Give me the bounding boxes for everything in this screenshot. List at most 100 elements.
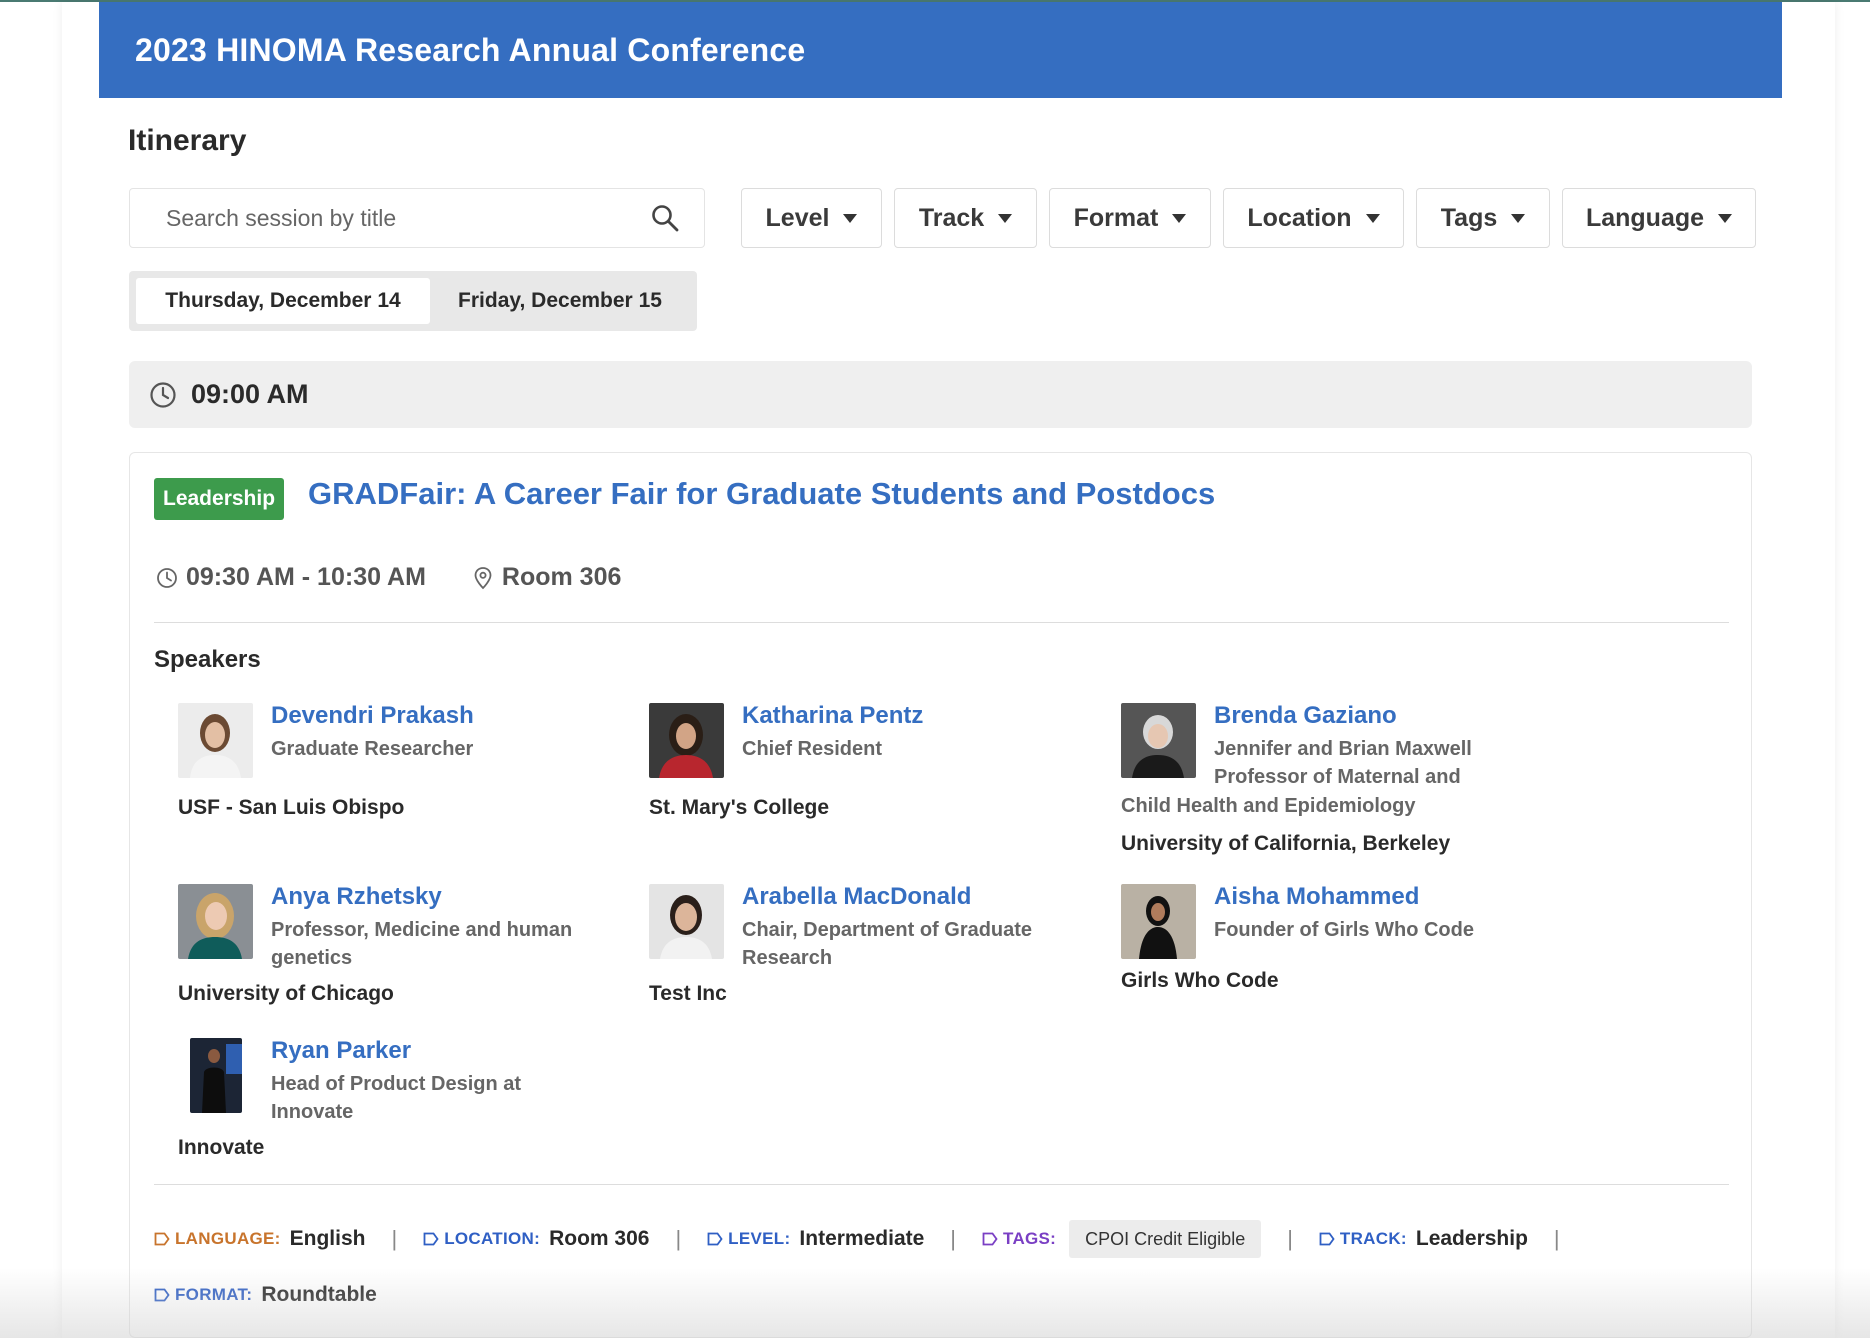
separator: | <box>1287 1226 1293 1251</box>
session-attributes: LANGUAGE: English | LOCATION: Room 306 |… <box>154 1220 1586 1258</box>
day-tabs: Thursday, December 14 Friday, December 1… <box>129 271 697 331</box>
speaker-role: Head of Product Design at Innovate <box>271 1070 611 1126</box>
filter-track-label: Track <box>918 203 985 232</box>
conference-header: 2023 HINOMA Research Annual Conference <box>99 2 1782 98</box>
attr-level-key: LEVEL: <box>728 1229 791 1248</box>
tag-chip[interactable]: CPOI Credit Eligible <box>1069 1220 1262 1258</box>
attr-language-key: LANGUAGE: <box>175 1229 281 1248</box>
speaker-info: Ryan Parker Head of Product Design at In… <box>271 1036 611 1126</box>
speaker-organization: Girls Who Code <box>1121 969 1279 992</box>
speaker-name-link[interactable]: Anya Rzhetsky <box>271 882 611 912</box>
speaker-name-link[interactable]: Devendri Prakash <box>271 701 611 731</box>
speaker-info: Anya Rzhetsky Professor, Medicine and hu… <box>271 882 611 972</box>
speaker-role-line: Professor, Medicine and human <box>271 919 573 941</box>
search-input[interactable] <box>166 204 650 232</box>
filter-level-button[interactable]: Level <box>741 188 882 248</box>
filter-location-label: Location <box>1247 203 1352 232</box>
session-location: Room 306 <box>472 563 621 592</box>
tag-icon <box>154 1288 170 1302</box>
speaker-role: Graduate Researcher <box>271 738 474 760</box>
divider <box>154 1184 1729 1185</box>
speaker-name-link[interactable]: Ryan Parker <box>271 1036 611 1066</box>
track-badge: Leadership <box>154 478 285 520</box>
speaker-role-line: Child Health and Epidemiology <box>1121 795 1416 817</box>
filter-location-button[interactable]: Location <box>1223 188 1404 248</box>
separator: | <box>950 1226 957 1251</box>
filter-language-button[interactable]: Language <box>1562 188 1756 248</box>
tag-icon <box>154 1232 170 1246</box>
filter-tags-button[interactable]: Tags <box>1416 188 1550 248</box>
speaker-organization: University of Chicago <box>178 982 394 1005</box>
search-box[interactable] <box>129 188 705 248</box>
separator: | <box>1553 1226 1560 1251</box>
speaker-organization: USF - San Luis Obispo <box>178 796 405 819</box>
filter-format-label: Format <box>1073 203 1159 232</box>
attr-level-value: Intermediate <box>799 1227 925 1250</box>
speaker-organization: St. Mary's College <box>649 796 830 819</box>
attr-location-key: LOCATION: <box>444 1229 541 1248</box>
filter-format-button[interactable]: Format <box>1049 188 1211 248</box>
attr-level: LEVEL: Intermediate <box>707 1227 924 1251</box>
clock-icon <box>157 567 177 588</box>
attr-track: TRACK: Leadership <box>1319 1227 1528 1251</box>
caret-down-icon <box>1172 213 1187 223</box>
session-card: Leadership GRADFair: A Career Fair for G… <box>129 452 1752 1338</box>
filter-tags-label: Tags <box>1440 203 1498 232</box>
session-time-range: 09:30 AM - 10:30 AM <box>186 563 426 591</box>
speaker-avatar <box>178 703 253 778</box>
speaker-role-line: Research <box>742 947 833 969</box>
search-icon[interactable] <box>650 203 680 233</box>
tab-thursday[interactable]: Thursday, December 14 <box>136 278 430 324</box>
speaker-info: Arabella MacDonald Chair, Department of … <box>742 882 1082 972</box>
speaker-name-link[interactable]: Aisha Mohammed <box>1214 882 1554 912</box>
attr-format-value: Roundtable <box>261 1283 377 1306</box>
attr-language: LANGUAGE: English <box>154 1227 365 1251</box>
speaker-role-line: Jennifer and Brian Maxwell <box>1214 738 1472 760</box>
tag-icon <box>423 1232 439 1246</box>
caret-down-icon <box>1718 213 1733 223</box>
time-block-time: 09:00 AM <box>191 379 309 409</box>
speaker-name-link[interactable]: Arabella MacDonald <box>742 882 1082 912</box>
attr-track-key: TRACK: <box>1339 1229 1407 1248</box>
separator: | <box>675 1226 682 1251</box>
attr-location: LOCATION: Room 306 <box>423 1227 649 1251</box>
clock-icon <box>150 381 176 408</box>
filter-level-label: Level <box>765 203 830 232</box>
session-title-link[interactable]: GRADFair: A Career Fair for Graduate Stu… <box>308 476 1215 512</box>
speaker-avatar <box>649 703 724 778</box>
speaker-organization: University of California, Berkeley <box>1121 832 1451 855</box>
speaker-info: Katharina Pentz Chief Resident <box>742 701 1082 763</box>
conference-title: 2023 HINOMA Research Annual Conference <box>135 31 806 68</box>
speaker-role: Chief Resident <box>742 738 883 760</box>
speaker-role-line: Professor of Maternal and <box>1214 766 1461 788</box>
speaker-avatar <box>649 884 724 959</box>
attr-format: FORMAT: Roundtable <box>154 1283 377 1307</box>
speaker-role: Jennifer and Brian Maxwell Professor of … <box>1214 735 1654 791</box>
caret-down-icon <box>1511 213 1526 223</box>
caret-down-icon <box>1365 213 1380 223</box>
speaker-info: Devendri Prakash Graduate Researcher <box>271 701 611 763</box>
speaker-name-link[interactable]: Brenda Gaziano <box>1214 701 1654 731</box>
speaker-avatar <box>178 884 253 959</box>
attr-tags: TAGS: CPOI Credit Eligible <box>982 1220 1262 1258</box>
caret-down-icon <box>998 213 1013 223</box>
speaker-organization: Test Inc <box>649 982 727 1005</box>
speaker-role-line: Head of Product Design at <box>271 1073 522 1095</box>
tab-friday[interactable]: Friday, December 15 <box>430 278 690 324</box>
attr-language-value: English <box>289 1227 366 1250</box>
attr-track-value: Leadership <box>1415 1227 1528 1250</box>
speakers-heading: Speakers <box>154 646 261 673</box>
speaker-role: Founder of Girls Who Code <box>1214 919 1474 941</box>
speaker-role-line: Chair, Department of Graduate <box>742 919 1033 941</box>
map-pin-icon <box>474 566 492 589</box>
speaker-avatar <box>1121 884 1196 959</box>
speaker-organization: Innovate <box>178 1136 265 1159</box>
attr-tags-key: TAGS: <box>1003 1229 1057 1248</box>
speaker-info: Brenda Gaziano Jennifer and Brian Maxwel… <box>1214 701 1654 791</box>
speaker-role-line: genetics <box>271 947 353 969</box>
speaker-role: Chair, Department of Graduate Research <box>742 916 1082 972</box>
filter-track-button[interactable]: Track <box>894 188 1037 248</box>
speaker-name-link[interactable]: Katharina Pentz <box>742 701 1082 731</box>
speaker-role: Professor, Medicine and human genetics <box>271 916 611 972</box>
caret-down-icon <box>843 213 858 223</box>
